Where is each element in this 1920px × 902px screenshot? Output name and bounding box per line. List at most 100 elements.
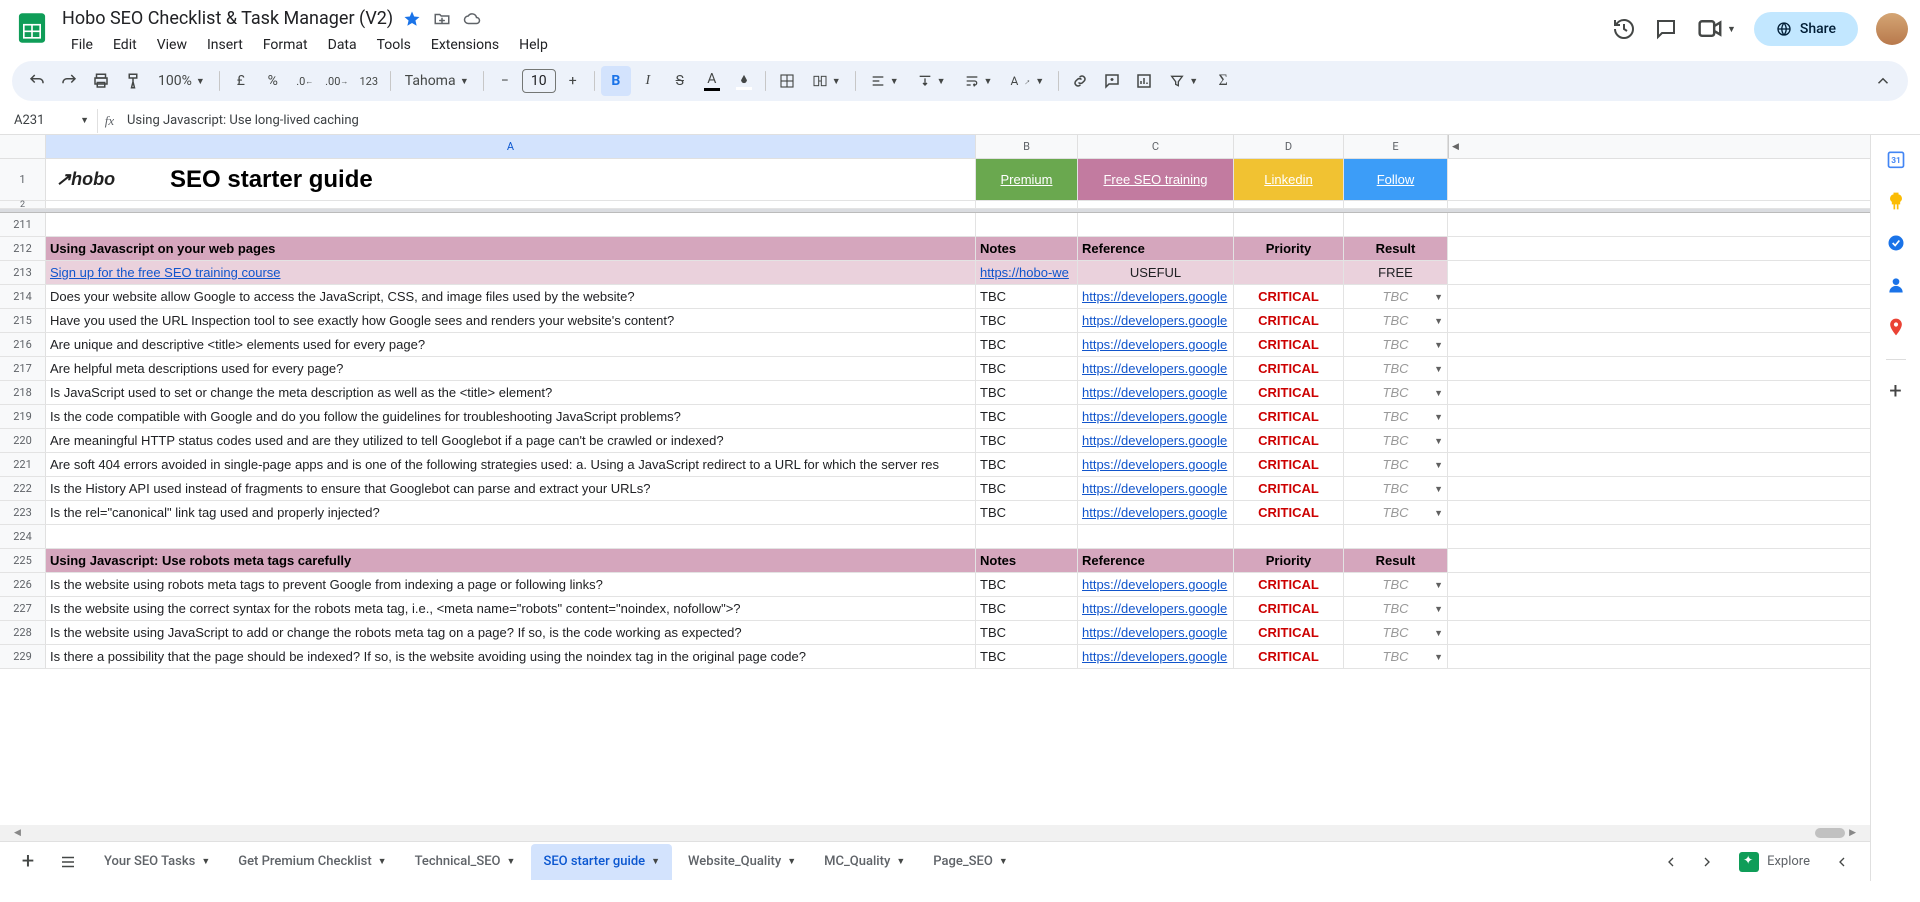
print-button[interactable] — [86, 66, 116, 96]
tab-menu-caret[interactable]: ▼ — [787, 856, 796, 867]
text-color-button[interactable]: A — [697, 66, 727, 96]
dropdown-arrow-icon[interactable]: ▼ — [1434, 340, 1443, 350]
dropdown-arrow-icon[interactable]: ▼ — [1434, 484, 1443, 494]
premium-link[interactable]: Premium — [976, 159, 1078, 200]
account-avatar[interactable] — [1876, 13, 1908, 45]
dropdown-arrow-icon[interactable]: ▼ — [1434, 580, 1443, 590]
sheet-tab[interactable]: Your SEO Tasks▼ — [92, 844, 222, 880]
col-label[interactable]: Result — [1344, 237, 1448, 260]
rotate-button[interactable]: A→▼ — [1002, 66, 1052, 96]
notes-cell[interactable]: TBC — [976, 405, 1078, 428]
menu-data[interactable]: Data — [319, 33, 366, 57]
star-icon[interactable] — [403, 10, 421, 28]
cell[interactable] — [1078, 201, 1234, 208]
cell[interactable] — [976, 213, 1078, 236]
linkedin-link[interactable]: Linkedin — [1234, 159, 1344, 200]
filter-button[interactable]: ▼ — [1161, 66, 1206, 96]
currency-button[interactable]: £ — [226, 66, 256, 96]
priority-cell[interactable]: CRITICAL — [1234, 477, 1344, 500]
section-title[interactable]: Using Javascript: Use robots meta tags c… — [46, 549, 976, 572]
notes-cell[interactable]: TBC — [976, 285, 1078, 308]
notes-cell[interactable]: TBC — [976, 645, 1078, 668]
priority-cell[interactable]: CRITICAL — [1234, 285, 1344, 308]
menu-extensions[interactable]: Extensions — [422, 33, 508, 57]
reference-link[interactable]: https://developers.google — [1078, 453, 1234, 476]
checklist-item[interactable]: Are unique and descriptive <title> eleme… — [46, 333, 976, 356]
result-cell[interactable]: TBC▼ — [1344, 357, 1448, 380]
cell[interactable]: ↗hobo SEO starter guide — [46, 159, 976, 200]
scroll-cols-left[interactable]: ◀ — [1448, 135, 1462, 158]
chart-button[interactable] — [1129, 66, 1159, 96]
checklist-item[interactable]: Are helpful meta descriptions used for e… — [46, 357, 976, 380]
tab-menu-caret[interactable]: ▼ — [378, 856, 387, 867]
col-label[interactable]: Notes — [976, 549, 1078, 572]
col-label[interactable]: Reference — [1078, 237, 1234, 260]
halign-button[interactable]: ▼ — [862, 66, 907, 96]
checklist-item[interactable]: Is the History API used instead of fragm… — [46, 477, 976, 500]
result-cell[interactable]: TBC▼ — [1344, 501, 1448, 524]
decrease-decimal-button[interactable]: .0← — [290, 66, 320, 96]
menu-edit[interactable]: Edit — [104, 33, 146, 57]
result-cell[interactable]: TBC▼ — [1344, 381, 1448, 404]
row-header[interactable]: 217 — [0, 357, 46, 380]
priority-cell[interactable]: CRITICAL — [1234, 333, 1344, 356]
select-all-corner[interactable] — [0, 135, 46, 158]
reference-link[interactable]: https://developers.google — [1078, 597, 1234, 620]
notes-cell[interactable]: TBC — [976, 621, 1078, 644]
row-header[interactable]: 227 — [0, 597, 46, 620]
formula-bar[interactable]: Using Javascript: Use long-lived caching — [121, 111, 1920, 130]
dropdown-arrow-icon[interactable]: ▼ — [1434, 436, 1443, 446]
calendar-icon[interactable]: 31 — [1886, 149, 1906, 169]
add-sheet-button[interactable]: + — [12, 846, 44, 878]
cell[interactable] — [1234, 261, 1344, 284]
priority-cell[interactable]: CRITICAL — [1234, 357, 1344, 380]
priority-cell[interactable]: CRITICAL — [1234, 309, 1344, 332]
signup-link[interactable]: Sign up for the free SEO training course — [46, 261, 976, 284]
checklist-item[interactable]: Is the website using JavaScript to add o… — [46, 621, 976, 644]
notes-cell[interactable]: TBC — [976, 453, 1078, 476]
row-header[interactable]: 224 — [0, 525, 46, 548]
row-header[interactable]: 222 — [0, 477, 46, 500]
priority-cell[interactable]: CRITICAL — [1234, 645, 1344, 668]
row-header[interactable]: 225 — [0, 549, 46, 572]
reference-link[interactable]: https://developers.google — [1078, 381, 1234, 404]
sheet-tab[interactable]: Technical_SEO▼ — [403, 844, 528, 880]
notes-cell[interactable]: TBC — [976, 477, 1078, 500]
cell[interactable] — [1234, 213, 1344, 236]
priority-cell[interactable]: CRITICAL — [1234, 381, 1344, 404]
checklist-item[interactable]: Does your website allow Google to access… — [46, 285, 976, 308]
cell[interactable] — [976, 525, 1078, 548]
contacts-icon[interactable] — [1886, 275, 1906, 295]
tab-menu-caret[interactable]: ▼ — [507, 856, 516, 867]
reference-link[interactable]: https://developers.google — [1078, 501, 1234, 524]
checklist-item[interactable]: Is the code compatible with Google and d… — [46, 405, 976, 428]
decrease-font-button[interactable]: − — [490, 66, 520, 96]
cell[interactable] — [1078, 213, 1234, 236]
sheet-tab[interactable]: SEO starter guide▼ — [531, 844, 672, 880]
reference-link[interactable]: https://developers.google — [1078, 429, 1234, 452]
reference-link[interactable]: https://developers.google — [1078, 357, 1234, 380]
notes-cell[interactable]: TBC — [976, 381, 1078, 404]
reference-link[interactable]: https://developers.google — [1078, 573, 1234, 596]
row-header[interactable]: 1 — [0, 159, 46, 200]
col-label[interactable]: Result — [1344, 549, 1448, 572]
tab-menu-caret[interactable]: ▼ — [201, 856, 210, 867]
row-header[interactable]: 2 — [0, 201, 46, 208]
result-cell[interactable]: TBC▼ — [1344, 333, 1448, 356]
notes-cell[interactable]: TBC — [976, 573, 1078, 596]
cell[interactable] — [1344, 213, 1448, 236]
add-addon-icon[interactable]: + — [1886, 382, 1906, 402]
result-cell[interactable]: TBC▼ — [1344, 429, 1448, 452]
tab-menu-caret[interactable]: ▼ — [896, 856, 905, 867]
checklist-item[interactable]: Are soft 404 errors avoided in single-pa… — [46, 453, 976, 476]
row-header[interactable]: 212 — [0, 237, 46, 260]
undo-button[interactable] — [22, 66, 52, 96]
sheet-tab[interactable]: Website_Quality▼ — [676, 844, 808, 880]
reference-link[interactable]: https://developers.google — [1078, 477, 1234, 500]
tab-menu-caret[interactable]: ▼ — [651, 856, 660, 867]
all-sheets-button[interactable] — [52, 846, 84, 878]
row-header[interactable]: 214 — [0, 285, 46, 308]
follow-link[interactable]: Follow — [1344, 159, 1448, 200]
font-size-input[interactable]: 10 — [522, 69, 556, 93]
cell[interactable] — [1234, 525, 1344, 548]
